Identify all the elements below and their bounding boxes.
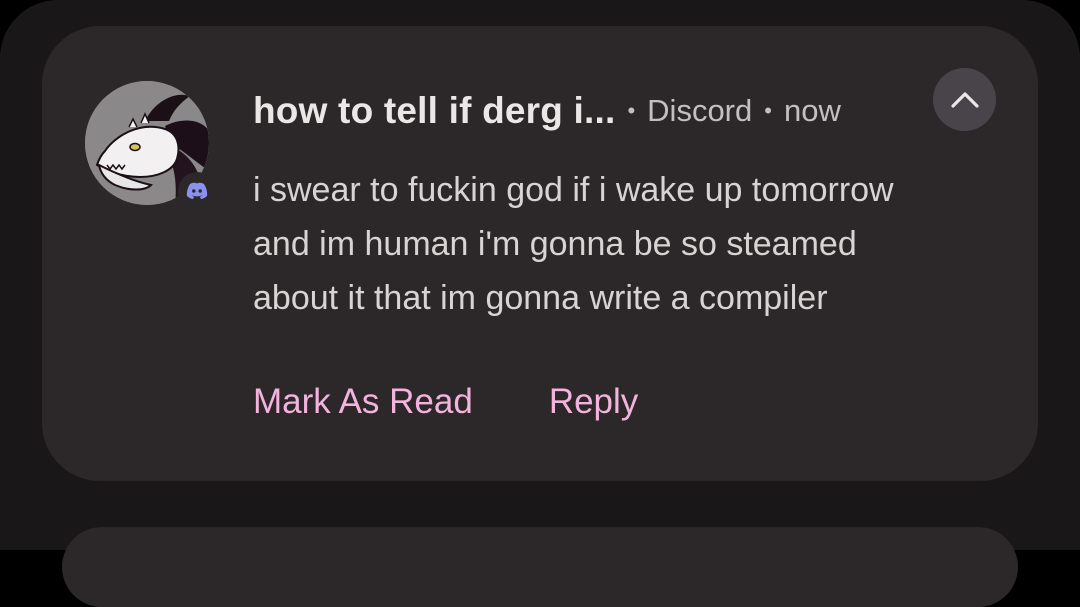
message-line: about it that im gonna write a compiler	[253, 279, 828, 317]
timestamp: now	[783, 93, 841, 128]
mark-as-read-button[interactable]: Mark As Read	[253, 382, 473, 422]
discord-icon	[178, 172, 216, 210]
collapse-button[interactable]	[933, 68, 996, 131]
conversation-title: how to tell if derg i...	[253, 90, 616, 131]
message-line: i swear to fuckin god if i wake up tomor…	[253, 171, 894, 209]
notification-header: how to tell if derg i... • Discord • now	[253, 86, 841, 136]
message-line: and im human i'm gonna be so steamed	[253, 225, 857, 263]
separator-dot: •	[627, 98, 636, 123]
app-name: Discord	[647, 93, 753, 128]
separator-dot: •	[764, 98, 772, 123]
message-body: i swear to fuckin god if i wake up tomor…	[253, 163, 983, 325]
reply-button[interactable]: Reply	[549, 382, 638, 422]
next-notification-card[interactable]	[62, 527, 1018, 607]
chevron-up-icon	[950, 91, 979, 108]
notification-actions: Mark As Read Reply	[253, 376, 638, 428]
